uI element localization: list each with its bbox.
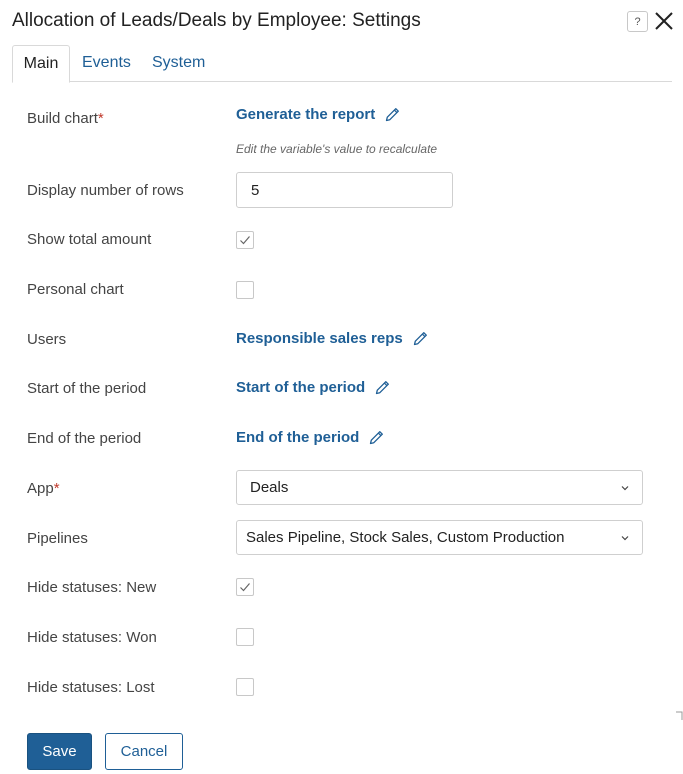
app-label-text: App (27, 480, 54, 497)
pipelines-label: Pipelines (27, 530, 88, 547)
hide-new-label: Hide statuses: New (27, 579, 157, 596)
pipelines-select-value: Sales Pipeline, Stock Sales, Custom Prod… (246, 529, 565, 546)
build-chart-label: Build chart* (27, 110, 104, 127)
display-rows-input[interactable] (236, 172, 453, 208)
users-link[interactable]: Responsible sales reps (236, 330, 429, 347)
build-chart-value: Generate the report (236, 106, 376, 123)
users-value: Responsible sales reps (236, 330, 403, 347)
required-mark: * (97, 110, 104, 127)
dialog-title: Allocation of Leads/Deals by Employee: S… (12, 10, 421, 31)
hide-won-checkbox[interactable] (236, 628, 254, 646)
help-icon: ? (634, 15, 641, 28)
end-period-link[interactable]: End of the period (236, 429, 385, 446)
pencil-icon[interactable] (412, 330, 429, 347)
build-chart-label-text: Build chart (27, 110, 98, 127)
check-icon (240, 236, 250, 245)
resize-handle-icon[interactable] (675, 711, 683, 721)
close-button[interactable] (653, 10, 675, 32)
chevron-down-icon (621, 536, 629, 541)
tab-events[interactable]: Events (82, 45, 131, 82)
dialog-header: Allocation of Leads/Deals by Employee: S… (0, 0, 683, 44)
start-period-link[interactable]: Start of the period (236, 379, 391, 396)
cancel-button[interactable]: Cancel (105, 733, 183, 770)
app-label: App* (27, 480, 60, 497)
pipelines-select[interactable]: Sales Pipeline, Stock Sales, Custom Prod… (236, 520, 643, 555)
start-period-label: Start of the period (27, 380, 147, 397)
users-label: Users (27, 331, 67, 348)
personal-chart-label: Personal chart (27, 281, 124, 298)
required-mark: * (53, 480, 60, 497)
pencil-icon[interactable] (374, 379, 391, 396)
display-rows-label: Display number of rows (27, 182, 184, 199)
tab-system[interactable]: System (152, 45, 205, 82)
start-period-value: Start of the period (236, 379, 366, 396)
build-chart-link[interactable]: Generate the report (236, 106, 401, 123)
end-period-label: End of the period (27, 430, 142, 447)
check-icon (240, 583, 250, 592)
tab-main[interactable]: Main (12, 45, 70, 83)
hide-lost-label: Hide statuses: Lost (27, 679, 155, 696)
save-button[interactable]: Save (27, 733, 92, 770)
help-button[interactable]: ? (627, 11, 648, 32)
hide-new-checkbox[interactable] (236, 578, 254, 596)
build-chart-hint: Edit the variable's value to recalculate (236, 142, 438, 156)
personal-chart-checkbox[interactable] (236, 281, 254, 299)
tab-bar: Main Events System (12, 45, 672, 83)
pencil-icon[interactable] (384, 106, 401, 123)
hide-lost-checkbox[interactable] (236, 678, 254, 696)
app-select-value: Deals (250, 479, 289, 496)
chevron-down-icon (621, 486, 629, 491)
show-total-checkbox[interactable] (236, 231, 254, 249)
app-select[interactable]: Deals (236, 470, 643, 505)
hide-won-label: Hide statuses: Won (27, 629, 157, 646)
pencil-icon[interactable] (368, 429, 385, 446)
end-period-value: End of the period (236, 429, 360, 446)
close-icon (655, 12, 673, 30)
show-total-label: Show total amount (27, 231, 152, 248)
